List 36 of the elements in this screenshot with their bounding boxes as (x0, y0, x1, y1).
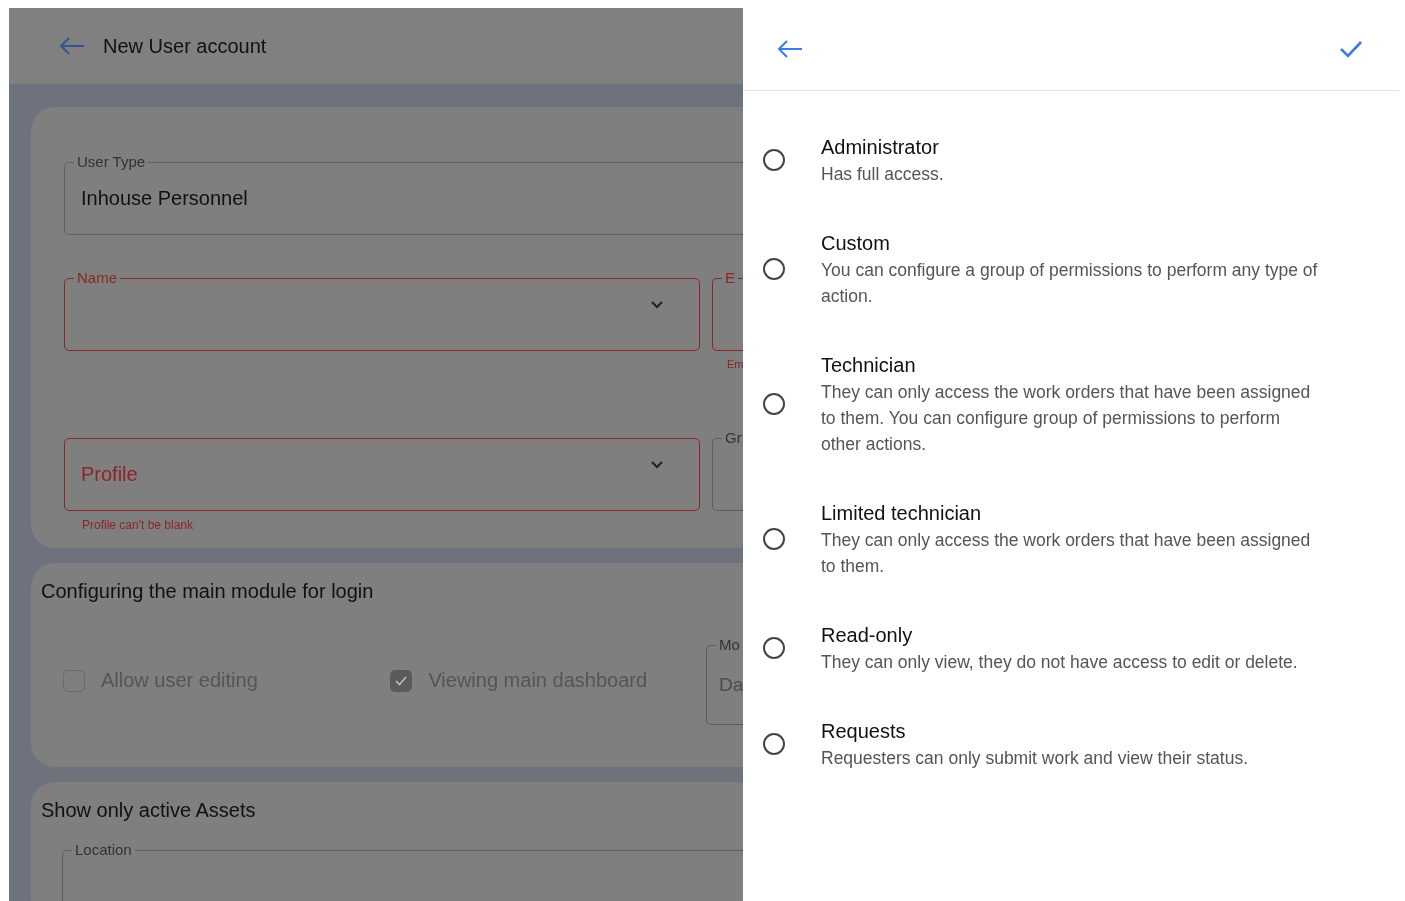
field-label: Profile (81, 463, 138, 486)
option-title: Requests (821, 719, 907, 744)
error-text: Profile can't be blank (81, 518, 195, 532)
option-title: Administrator (821, 135, 940, 160)
section-title: Show only active Assets (41, 798, 257, 822)
option-description: Has full access. (821, 163, 945, 186)
user-type-field[interactable]: User Type Inhouse Personnel (64, 153, 743, 235)
option-description: You can configure a group of permissions to perform any type of action. (821, 259, 1318, 308)
option-title: Custom (821, 231, 891, 256)
page-title: New User account (103, 34, 267, 58)
name-dropdown[interactable]: Name (64, 269, 700, 351)
chevron-down-icon (651, 461, 663, 469)
profile-dropdown[interactable]: Profile (64, 429, 700, 511)
section-title: Configuring the main module for login (41, 579, 375, 603)
back-arrow-icon[interactable] (777, 39, 803, 59)
option-description: They can only access the work orders that have been assigned to them. (821, 529, 1312, 578)
chevron-down-icon (651, 301, 663, 309)
option-description: Requesters can only submit work and view their status. (821, 747, 1249, 770)
group-field[interactable]: Gr (712, 429, 743, 511)
option-description: They can only view, they do not have access to edit or delete. (821, 651, 1299, 674)
option-title: Technician (821, 353, 917, 378)
option-title: Read-only (821, 623, 914, 648)
option-description: They can only access the work orders that have been assigned to them. You can configure group of permissions to perform other actions. (821, 381, 1312, 456)
checkbox[interactable] (390, 669, 413, 692)
option-title: Limited technician (821, 501, 983, 526)
field-value: Inhouse Personnel (81, 187, 248, 210)
radio-button[interactable] (763, 393, 785, 415)
radio-button[interactable] (763, 637, 785, 659)
helper-text: Em (726, 358, 743, 370)
radio-button[interactable] (763, 733, 785, 755)
checkmark-icon[interactable] (1339, 40, 1363, 58)
radio-button[interactable] (763, 528, 785, 550)
email-field[interactable]: E (712, 269, 743, 351)
checkmark-icon (395, 675, 408, 686)
radio-button[interactable] (763, 258, 785, 280)
radio-button[interactable] (763, 149, 785, 171)
